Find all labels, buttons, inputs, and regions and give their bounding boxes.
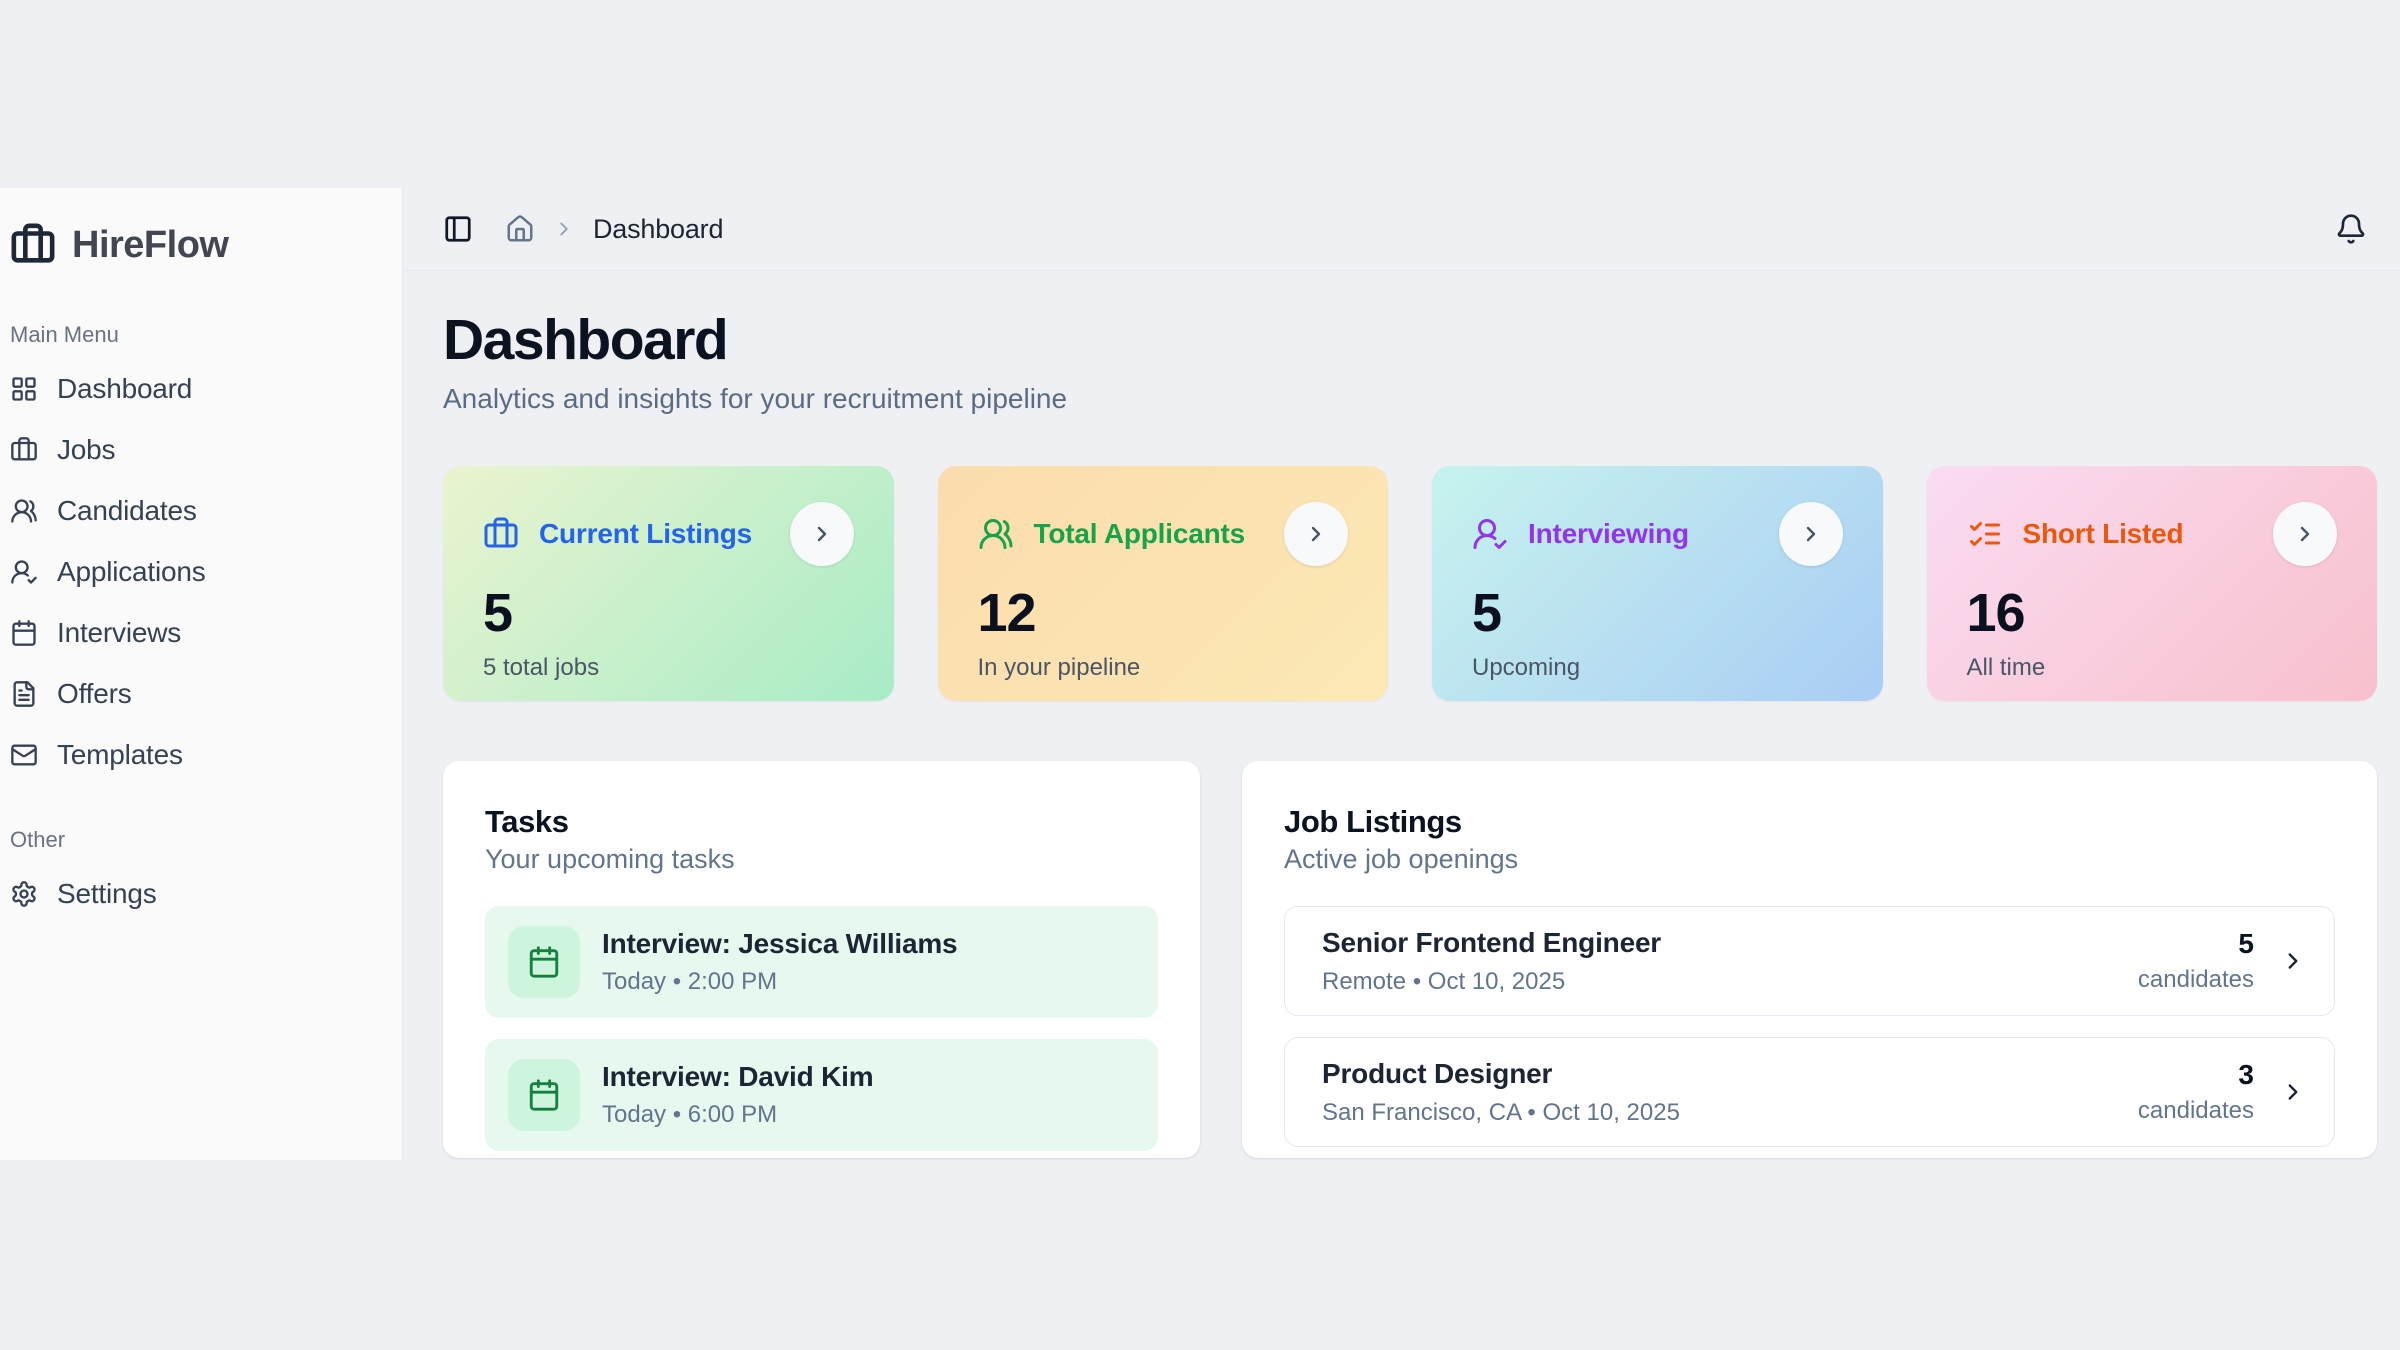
job-candidate-count: 3 [2138,1059,2254,1091]
bell-icon[interactable] [2335,213,2367,245]
gear-icon [10,880,38,908]
stat-sublabel: Upcoming [1472,654,1843,682]
sidebar-item-label: Settings [57,878,157,910]
stat-value: 12 [978,582,1349,644]
sidebar-item-label: Offers [57,678,132,710]
calendar-icon [508,1059,580,1131]
tasks-title: Tasks [485,803,1158,841]
sidebar-item-dashboard[interactable]: Dashboard [8,358,390,419]
job-listing-row[interactable]: Senior Frontend Engineer Remote • Oct 10… [1284,906,2335,1016]
tasks-card: Tasks Your upcoming tasks Interview: Jes… [443,761,1200,1158]
chevron-right-icon [2293,522,2317,546]
stat-value: 16 [1967,582,2338,644]
chevron-right-icon [553,218,575,240]
task-time: Today • 2:00 PM [602,968,957,996]
app-name: HireFlow [72,224,228,267]
users-icon [10,497,38,525]
sidebar-item-label: Dashboard [57,373,192,405]
job-listings-title: Job Listings [1284,803,2335,841]
stat-arrow-button[interactable] [1284,502,1348,566]
chevron-right-icon [1304,522,1328,546]
sidebar: HireFlow Main Menu Dashboard Jobs Candid… [0,188,403,1160]
stat-card-short-listed[interactable]: Short Listed 16 All time [1927,466,2378,701]
job-listings-subtitle: Active job openings [1284,841,2335,877]
user-check-icon [1472,516,1508,552]
stat-arrow-button[interactable] [2273,502,2337,566]
calendar-icon [508,926,580,998]
app-logo: HireFlow [8,212,390,276]
page-content: Dashboard Analytics and insights for you… [403,271,2400,1158]
stat-label: Interviewing [1528,518,1689,550]
stat-value: 5 [1472,582,1843,644]
stat-card-interviewing[interactable]: Interviewing 5 Upcoming [1432,466,1883,701]
job-listings-card: Job Listings Active job openings Senior … [1242,761,2377,1158]
home-icon[interactable] [505,214,535,244]
job-meta: Remote • Oct 10, 2025 [1322,968,1661,996]
job-meta: San Francisco, CA • Oct 10, 2025 [1322,1099,1680,1127]
briefcase-icon [483,516,519,552]
job-listing-row[interactable]: Product Designer San Francisco, CA • Oct… [1284,1037,2335,1147]
task-item[interactable]: Interview: David Kim Today • 6:00 PM [485,1039,1158,1151]
job-title: Senior Frontend Engineer [1322,927,1661,959]
sidebar-item-offers[interactable]: Offers [8,663,390,724]
job-candidate-count-label: candidates [2138,966,2254,994]
task-title: Interview: Jessica Williams [602,928,957,960]
job-title: Product Designer [1322,1058,1680,1090]
job-candidate-count-label: candidates [2138,1097,2254,1125]
chevron-right-icon [810,522,834,546]
briefcase-logo-icon [10,222,56,268]
dashboard-grid-icon [10,375,38,403]
topbar: Dashboard [403,188,2400,271]
user-check-icon [10,558,38,586]
task-time: Today • 6:00 PM [602,1101,873,1129]
chevron-right-icon [2280,948,2306,974]
sidebar-item-label: Templates [57,739,183,771]
sidebar-item-jobs[interactable]: Jobs [8,419,390,480]
page-subtitle: Analytics and insights for your recruitm… [443,379,2377,419]
sidebar-item-interviews[interactable]: Interviews [8,602,390,663]
breadcrumb-current: Dashboard [593,214,723,245]
sidebar-item-label: Applications [57,556,206,588]
stat-arrow-button[interactable] [1779,502,1843,566]
stat-value: 5 [483,582,854,644]
job-candidate-count: 5 [2138,928,2254,960]
sidebar-item-settings[interactable]: Settings [8,863,390,924]
page-title: Dashboard [443,307,2377,373]
sidebar-item-applications[interactable]: Applications [8,541,390,602]
stat-card-current-listings[interactable]: Current Listings 5 5 total jobs [443,466,894,701]
stats-row: Current Listings 5 5 total jobs Total Ap… [443,466,2377,701]
file-text-icon [10,680,38,708]
task-item[interactable]: Interview: Jessica Williams Today • 2:00… [485,906,1158,1018]
stat-sublabel: All time [1967,654,2338,682]
tasks-subtitle: Your upcoming tasks [485,841,1158,877]
sidebar-item-label: Candidates [57,495,197,527]
users-icon [978,516,1014,552]
calendar-icon [10,619,38,647]
sidebar-item-templates[interactable]: Templates [8,724,390,785]
briefcase-icon [10,436,38,464]
stat-sublabel: In your pipeline [978,654,1349,682]
chevron-right-icon [2280,1079,2306,1105]
sidebar-section-main-menu: Main Menu [10,322,390,348]
stat-label: Total Applicants [1034,518,1245,550]
mail-icon [10,741,38,769]
sidebar-toggle-button[interactable] [443,214,473,244]
sidebar-section-other: Other [10,827,390,853]
sidebar-item-label: Interviews [57,617,181,649]
main-area: Dashboard Dashboard Analytics and insigh… [403,188,2400,1160]
stat-arrow-button[interactable] [790,502,854,566]
sidebar-item-label: Jobs [57,434,115,466]
stat-label: Current Listings [539,518,752,550]
stat-sublabel: 5 total jobs [483,654,854,682]
stat-card-total-applicants[interactable]: Total Applicants 12 In your pipeline [938,466,1389,701]
bottom-row: Tasks Your upcoming tasks Interview: Jes… [443,761,2377,1158]
chevron-right-icon [1799,522,1823,546]
task-title: Interview: David Kim [602,1061,873,1093]
checklist-icon [1967,516,2003,552]
stat-label: Short Listed [2023,518,2184,550]
sidebar-item-candidates[interactable]: Candidates [8,480,390,541]
